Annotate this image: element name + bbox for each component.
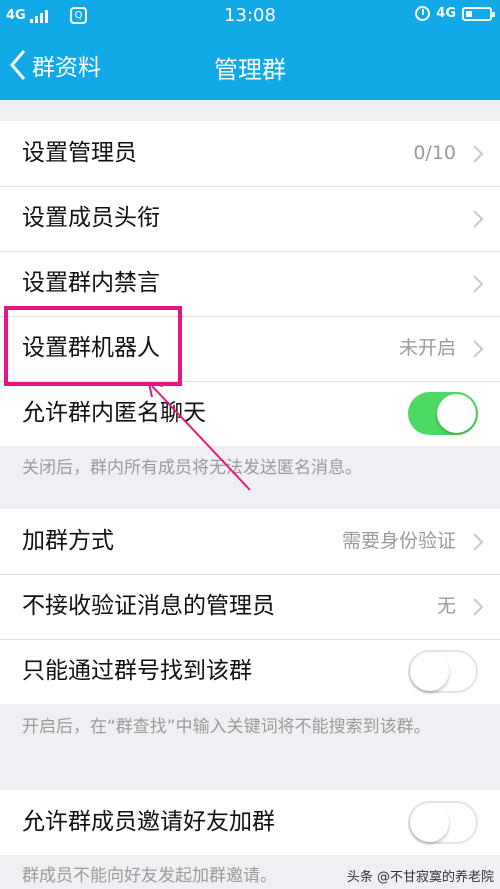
watermark: 头条 @不甘寂寞的养老院: [346, 870, 494, 885]
annotation-arrow-icon: [147, 381, 251, 491]
